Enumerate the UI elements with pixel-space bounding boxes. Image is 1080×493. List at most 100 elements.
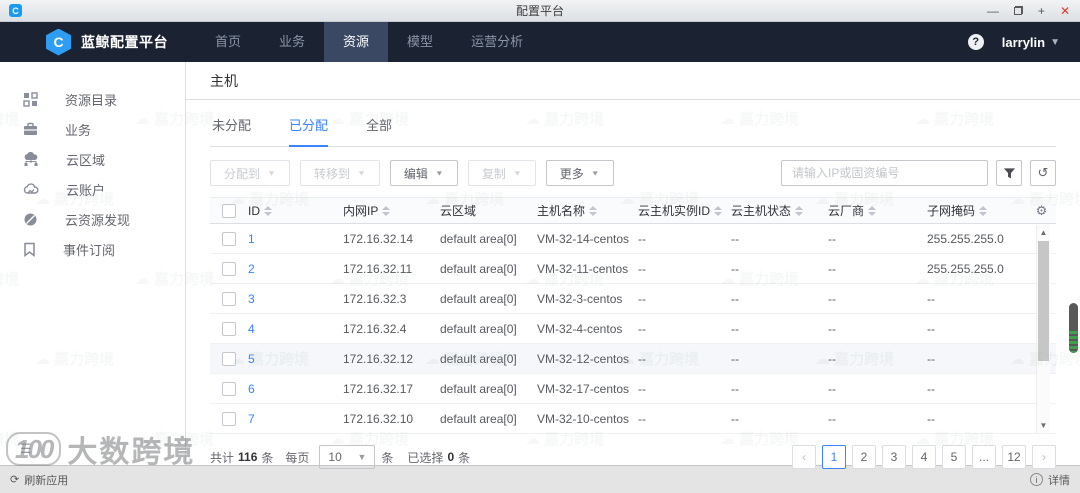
row-checkbox[interactable] xyxy=(222,381,236,396)
row-id-link[interactable]: 2 xyxy=(248,262,255,276)
select-all-cell xyxy=(210,203,248,218)
row-checkbox[interactable] xyxy=(222,261,236,276)
row-cloud-area: default area[0] xyxy=(440,411,517,426)
row-id-link[interactable]: 7 xyxy=(248,412,255,426)
zoom-plus-icon[interactable]: + xyxy=(1038,5,1045,17)
nav-item-business[interactable]: 业务 xyxy=(260,22,324,62)
row-checkbox[interactable] xyxy=(222,231,236,246)
row-checkbox[interactable] xyxy=(222,411,236,426)
table-row[interactable]: 1 172.16.32.14 default area[0] VM-32-14-cen… xyxy=(210,224,1056,254)
assign-to-button[interactable]: 分配到 ▼ xyxy=(210,160,290,186)
sidebar-item-cloud-account[interactable]: 云账户 xyxy=(0,174,185,204)
nav-item-home[interactable]: 首页 xyxy=(196,22,260,62)
table-scrollbar[interactable]: ▲ ▼ xyxy=(1036,225,1050,433)
sidebar-item-business[interactable]: 业务 xyxy=(0,114,185,144)
table-row[interactable]: 2 172.16.32.11 default area[0] VM-32-11-cen… xyxy=(210,254,1056,284)
column-label: 主机名称 xyxy=(537,204,586,218)
row-hostname: VM-32-11-centos xyxy=(537,261,629,276)
copy-button[interactable]: 复制 ▼ xyxy=(467,160,536,186)
column-label: 子网掩码 xyxy=(927,204,976,218)
page-ellipsis[interactable]: ... xyxy=(972,445,996,469)
col-hostname[interactable]: 主机名称 xyxy=(537,202,638,219)
sidebar-item-label: 云账户 xyxy=(66,182,106,198)
page-button[interactable]: 3 xyxy=(882,445,906,469)
nav-item-analysis[interactable]: 运营分析 xyxy=(452,22,542,62)
table-row[interactable]: 3 172.16.32.3 default area[0] VM-32-3-cento… xyxy=(210,284,1056,314)
search-input[interactable] xyxy=(781,160,988,186)
brand-logo[interactable]: C 蓝鲸配置平台 xyxy=(46,28,168,56)
scroll-down-icon[interactable]: ▼ xyxy=(1037,421,1050,430)
host-table: ID 内网IP 云区域 主机名称 云主机实例ID 云主机状态 云厂商 子网掩码 … xyxy=(210,197,1056,434)
refresh-history-button[interactable]: ↺ xyxy=(1030,160,1056,186)
row-instance-id: -- xyxy=(638,381,646,396)
table-row[interactable]: 5 172.16.32.12 default area[0] VM-32-12-cen… xyxy=(210,344,1056,374)
row-id-link[interactable]: 1 xyxy=(248,232,255,246)
help-icon[interactable]: ? xyxy=(967,34,984,50)
table-scrollbar-thumb[interactable] xyxy=(1038,241,1049,361)
prev-page-button[interactable]: ‹ xyxy=(792,445,816,469)
page-button[interactable]: 5 xyxy=(942,445,966,469)
col-instance-id[interactable]: 云主机实例ID xyxy=(638,202,731,219)
tab-unassigned[interactable]: 未分配 xyxy=(212,115,251,146)
refresh-app-button[interactable]: ⟳ 刷新应用 xyxy=(10,472,68,488)
col-id[interactable]: ID xyxy=(248,204,343,218)
row-instance-id: -- xyxy=(638,261,646,276)
row-checkbox[interactable] xyxy=(222,321,236,336)
page-size-select[interactable]: 10 ▼ xyxy=(319,445,376,469)
page-scrollbar-thumb[interactable] xyxy=(1069,303,1078,353)
tab-assigned[interactable]: 已分配 xyxy=(289,115,329,147)
edit-button[interactable]: 编辑 ▼ xyxy=(389,160,458,186)
sidebar-item-event-subscription[interactable]: 事件订阅 xyxy=(0,234,185,264)
minimize-icon[interactable]: — xyxy=(987,5,999,17)
selected-label: 已选择 xyxy=(407,450,444,465)
restore-icon[interactable] xyxy=(1013,5,1023,17)
col-inner-ip[interactable]: 内网IP xyxy=(343,202,440,219)
row-subnet-mask: -- xyxy=(927,381,935,396)
next-page-button[interactable]: › xyxy=(1032,445,1056,469)
row-id-link[interactable]: 5 xyxy=(248,352,255,366)
user-dropdown[interactable]: larrylin ▼ xyxy=(1002,35,1060,50)
row-id-link[interactable]: 3 xyxy=(248,292,255,306)
more-button[interactable]: 更多 ▼ xyxy=(545,160,614,186)
scroll-up-icon[interactable]: ▲ xyxy=(1037,228,1050,237)
col-host-status[interactable]: 云主机状态 xyxy=(731,202,828,219)
row-subnet-mask: -- xyxy=(927,351,935,366)
row-cloud-vendor: -- xyxy=(828,291,836,306)
page-button[interactable]: 4 xyxy=(912,445,936,469)
sidebar-item-cloud-discovery[interactable]: 云资源发现 xyxy=(0,204,185,234)
filter-button[interactable] xyxy=(996,160,1022,186)
col-cloud-area[interactable]: 云区域 xyxy=(440,202,537,219)
page-header: 主机 xyxy=(186,62,1080,100)
select-all-checkbox[interactable] xyxy=(222,203,236,218)
page-button[interactable]: 12 xyxy=(1002,445,1026,469)
column-settings-gear-icon[interactable]: ⚙ xyxy=(1036,203,1048,219)
table-row[interactable]: 4 172.16.32.4 default area[0] VM-32-4-cento… xyxy=(210,314,1056,344)
total-label: 共计 xyxy=(210,450,235,465)
row-checkbox[interactable] xyxy=(222,291,236,306)
info-icon: i xyxy=(1030,473,1043,486)
page-button[interactable]: 1 xyxy=(822,445,846,469)
per-page-label: 每页 xyxy=(285,450,310,465)
transfer-to-button[interactable]: 转移到 ▼ xyxy=(299,160,380,186)
page-button[interactable]: 2 xyxy=(852,445,876,469)
row-cloud-vendor: -- xyxy=(828,261,836,276)
col-cloud-vendor[interactable]: 云厂商 xyxy=(828,202,927,219)
sidebar-item-cloud-area[interactable]: 云区域 xyxy=(0,144,185,174)
row-checkbox-cell xyxy=(210,261,248,276)
tab-all[interactable]: 全部 xyxy=(366,115,392,146)
row-id-link[interactable]: 6 xyxy=(248,382,255,396)
close-icon[interactable]: ✕ xyxy=(1060,5,1070,17)
main-panel: 主机 未分配 已分配 全部 分配到 ▼ 转移到 ▼ 编辑 ▼ 复制 ▼ 更多 ▼… xyxy=(186,62,1080,469)
col-subnet-mask[interactable]: 子网掩码 xyxy=(927,202,1027,219)
details-button[interactable]: i 详情 xyxy=(1030,472,1070,488)
table-row[interactable]: 6 172.16.32.17 default area[0] VM-32-17-cen… xyxy=(210,374,1056,404)
table-row[interactable]: 7 172.16.32.10 default area[0] VM-32-10-cen… xyxy=(210,404,1056,434)
row-id-link[interactable]: 4 xyxy=(248,322,255,336)
sidebar-item-resource-directory[interactable]: 资源目录 xyxy=(0,84,185,114)
nav-item-resource[interactable]: 资源 xyxy=(324,22,389,62)
sidebar-collapse-icon[interactable]: ☰ xyxy=(20,441,36,457)
page-size-unit: 条 xyxy=(381,450,394,465)
nav-item-model[interactable]: 模型 xyxy=(388,22,452,62)
row-checkbox[interactable] xyxy=(222,351,236,366)
column-label: 内网IP xyxy=(343,204,379,218)
